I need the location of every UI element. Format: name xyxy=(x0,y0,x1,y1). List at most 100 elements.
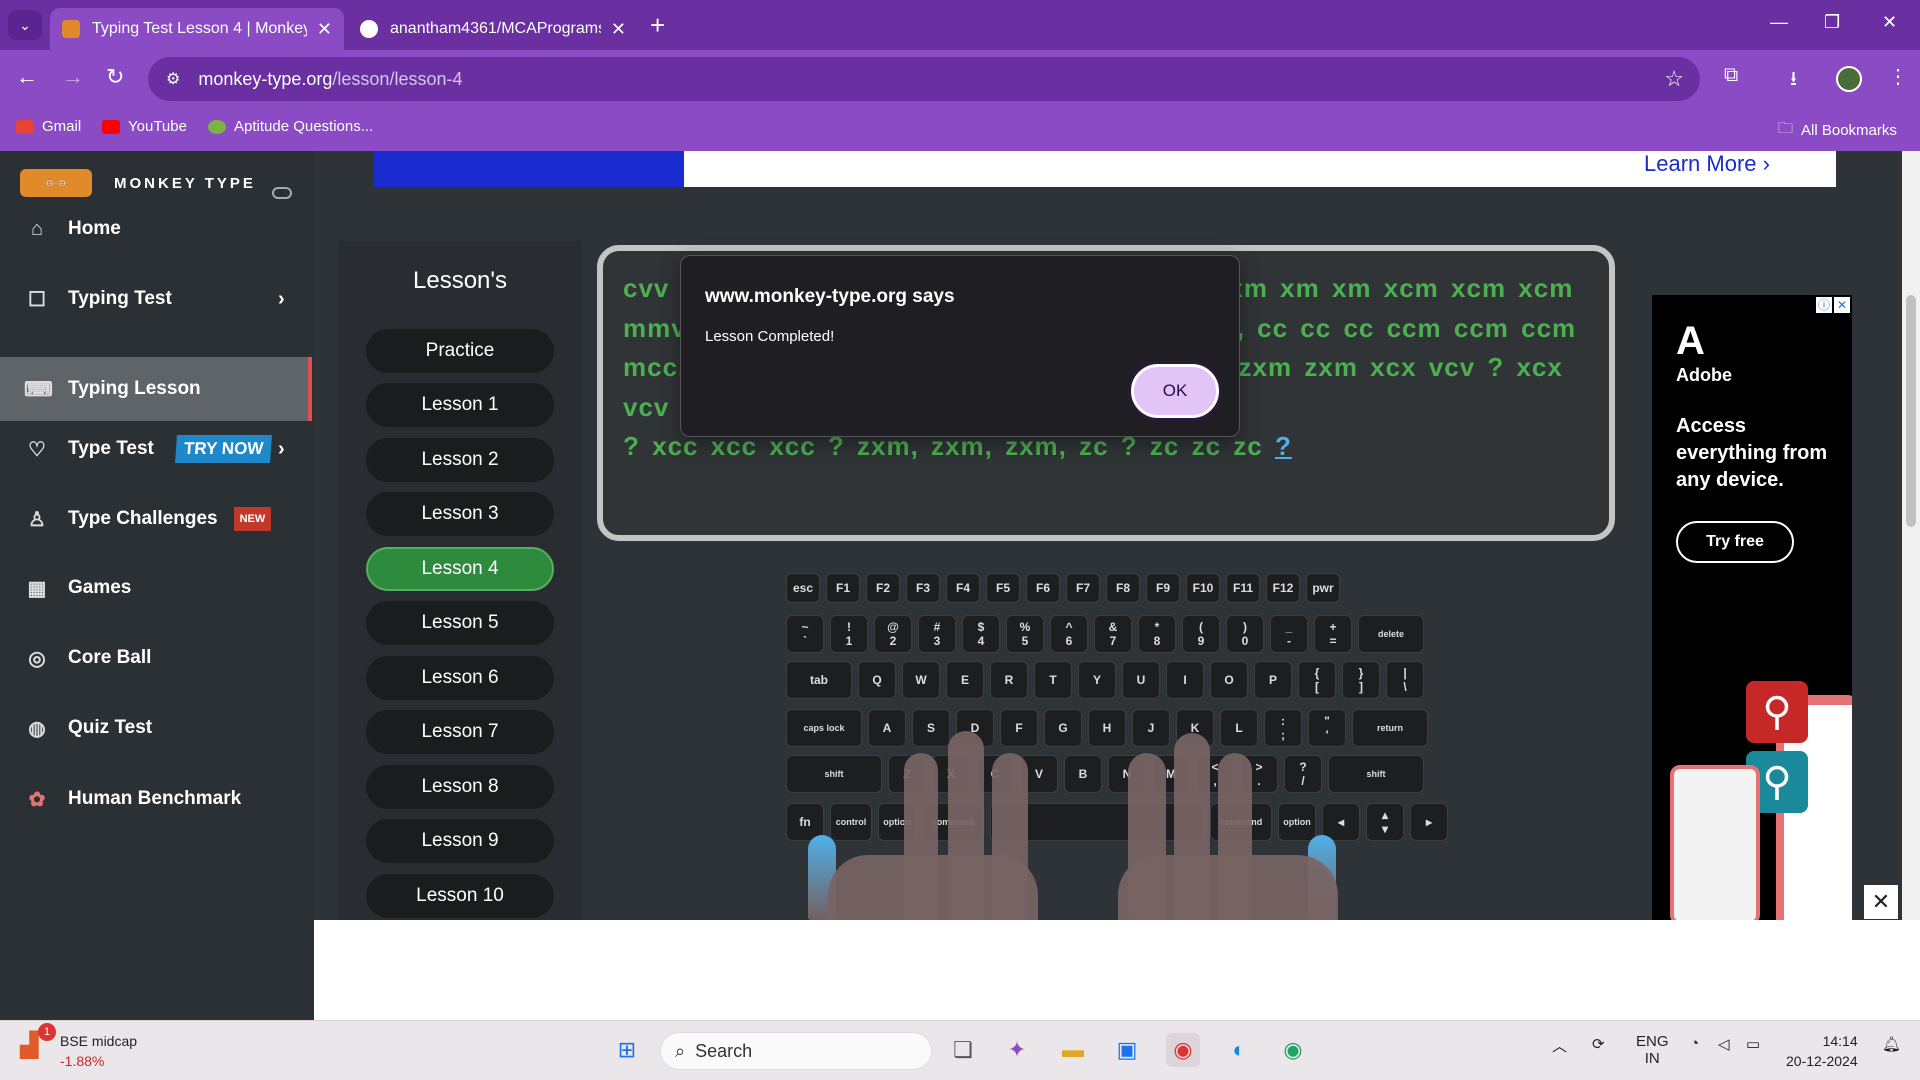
keyboard-key: Z xyxy=(888,755,926,793)
keyboard-key: { [ xyxy=(1298,661,1336,699)
reload-icon[interactable]: ↻ xyxy=(106,64,124,90)
lesson-3-button[interactable]: Lesson 3 xyxy=(366,492,554,536)
keyboard-key: G xyxy=(1044,709,1082,747)
sidebar-item-human-benchmark[interactable]: ✿ Human Benchmark xyxy=(0,768,314,830)
tab-search-button[interactable]: ⌄ xyxy=(8,10,42,40)
volume-icon[interactable]: ◁ xyxy=(1718,1035,1730,1053)
lesson-5-button[interactable]: Lesson 5 xyxy=(366,601,554,645)
lesson-practice-button[interactable]: Practice xyxy=(366,329,554,373)
sidebar-item-quiz-test[interactable]: ◍ Quiz Test xyxy=(0,697,314,759)
dialog-ok-button[interactable]: OK xyxy=(1131,364,1219,418)
sidebar-item-type-test[interactable]: ♡ Type Test TRY NOW › xyxy=(0,418,314,480)
sidebar-item-label: Typing Test xyxy=(68,288,172,309)
extensions-icon[interactable]: ⧉ xyxy=(1724,64,1738,87)
side-ad[interactable]: ⓘ ✕ A Adobe Access everything from any d… xyxy=(1652,295,1852,920)
top-banner-ad[interactable]: Learn More › xyxy=(374,151,1836,187)
keyboard-key: @ 2 xyxy=(874,615,912,653)
bookmark-label: All Bookmarks xyxy=(1801,122,1897,139)
menu-icon[interactable]: ⋮ xyxy=(1888,64,1908,89)
scrollbar-thumb[interactable] xyxy=(1906,295,1916,527)
tab-close-icon[interactable]: ✕ xyxy=(611,19,626,40)
brand-name: MONKEY TYPE xyxy=(114,174,256,192)
page-scrollbar[interactable] xyxy=(1902,151,1920,920)
taskbar-search[interactable]: ⌕ Search xyxy=(660,1032,932,1070)
sidebar-item-home[interactable]: ⌂ Home xyxy=(0,198,314,260)
keyboard-key: F8 xyxy=(1106,573,1140,603)
tab-close-icon[interactable]: ✕ xyxy=(317,19,332,40)
windows-start-icon[interactable]: ⊞ xyxy=(610,1033,644,1067)
chrome-icon[interactable]: ◉ xyxy=(1276,1033,1310,1067)
keyboard-key: F2 xyxy=(866,573,900,603)
notification-bell-icon[interactable]: 🔔︎ xyxy=(1882,1035,1901,1053)
tab-github[interactable]: anantham4361/MCAPrograms ✕ xyxy=(348,8,638,50)
restore-icon[interactable]: ❐ xyxy=(1824,12,1840,33)
all-bookmarks[interactable]: 🗀 All Bookmarks xyxy=(1778,118,1897,143)
search-icon: ⌕ xyxy=(675,1040,686,1061)
bookmark-gmail[interactable]: Gmail xyxy=(16,118,81,135)
keyboard-key: C xyxy=(976,755,1014,793)
lesson-9-button[interactable]: Lesson 9 xyxy=(366,819,554,863)
download-icon[interactable]: ⭳ xyxy=(1790,64,1797,98)
new-tab-button[interactable]: + xyxy=(650,10,665,41)
keyboard-key: shift xyxy=(1328,755,1424,793)
lesson-4-button[interactable]: Lesson 4 xyxy=(366,547,554,591)
wifi-icon[interactable]: ◔ xyxy=(1690,1035,1699,1052)
keyboard-key: ) 0 xyxy=(1226,615,1264,653)
copilot-icon[interactable]: ✦ xyxy=(1000,1033,1034,1067)
adobe-logo-icon: A xyxy=(1676,319,1705,363)
chevron-right-icon: › xyxy=(278,437,285,460)
keyboard-key: N xyxy=(1108,755,1146,793)
stock-widget[interactable]: ▟ 1 BSE midcap -1.88% xyxy=(20,1023,138,1071)
lesson-8-button[interactable]: Lesson 8 xyxy=(366,765,554,809)
sidebar-item-label: Home xyxy=(68,218,121,239)
ad-learn-more-link[interactable]: Learn More › xyxy=(1644,151,1770,177)
stock-name: BSE midcap xyxy=(60,1033,138,1049)
sidebar-item-games[interactable]: ▦ Games xyxy=(0,557,314,619)
minimize-icon[interactable]: — xyxy=(1770,12,1788,33)
ad-info-icon[interactable]: ⓘ xyxy=(1816,297,1832,313)
keyboard-key: F5 xyxy=(986,573,1020,603)
lesson-7-button[interactable]: Lesson 7 xyxy=(366,710,554,754)
clock[interactable]: 14:14 20-12-2024 xyxy=(1786,1031,1858,1071)
ad-dismiss-button[interactable]: ✕ xyxy=(1864,885,1898,919)
file-explorer-icon[interactable]: ▬ xyxy=(1056,1033,1090,1067)
brand[interactable]: 🐵🐵 MONKEY TYPE xyxy=(20,169,256,197)
type-test-icon: ♡ xyxy=(28,438,46,461)
keyboard-key: R xyxy=(990,661,1028,699)
show-hidden-icons[interactable]: ︿ xyxy=(1552,1035,1567,1056)
chrome-active-icon[interactable]: ◉ xyxy=(1166,1033,1200,1067)
close-window-icon[interactable]: ✕ xyxy=(1882,12,1897,33)
profile-avatar[interactable] xyxy=(1836,66,1862,92)
edge-icon[interactable]: ◐ xyxy=(1222,1033,1256,1067)
sidebar-item-core-ball[interactable]: ◎ Core Ball xyxy=(0,627,314,689)
sidebar-item-typing-test[interactable]: ☐ Typing Test › xyxy=(0,268,314,330)
back-icon[interactable]: ← xyxy=(16,64,38,90)
tab-strip: ⌄ Typing Test Lesson 4 | Monkey- ✕ anant… xyxy=(0,0,1920,50)
address-bar[interactable]: ⚙ monkey-type.org/lesson/lesson-4 ☆ xyxy=(148,57,1700,101)
keyboard-key xyxy=(990,803,1204,841)
lesson-10-button[interactable]: Lesson 10 xyxy=(366,874,554,918)
lesson-6-button[interactable]: Lesson 6 xyxy=(366,656,554,700)
keyboard-key: L xyxy=(1220,709,1258,747)
ad-close-icon[interactable]: ✕ xyxy=(1834,297,1850,313)
bookmark-youtube[interactable]: YouTube xyxy=(102,118,187,135)
bookmark-aptitude[interactable]: Aptitude Questions... xyxy=(208,118,373,135)
site-info-icon[interactable]: ⚙ xyxy=(166,69,180,89)
lesson-2-button[interactable]: Lesson 2 xyxy=(366,438,554,482)
language-indicator[interactable]: ENG IN xyxy=(1636,1033,1669,1067)
bookmark-star-icon[interactable]: ☆ xyxy=(1664,66,1684,92)
ad-try-free-button[interactable]: Try free xyxy=(1676,521,1794,563)
sidebar-item-typing-lesson[interactable]: ⌨ Typing Lesson xyxy=(0,357,312,421)
forward-icon[interactable]: → xyxy=(62,64,84,90)
battery-icon[interactable]: ▭ xyxy=(1746,1035,1760,1053)
medal-icon: ♙ xyxy=(28,508,46,531)
alert-dialog: www.monkey-type.org says Lesson Complete… xyxy=(680,255,1240,437)
sync-icon[interactable]: ⟳ xyxy=(1592,1035,1605,1053)
keyboard-key: fn xyxy=(786,803,824,841)
tab-typing-test[interactable]: Typing Test Lesson 4 | Monkey- ✕ xyxy=(50,8,344,50)
store-icon[interactable]: ▣ xyxy=(1110,1033,1144,1067)
sidebar-item-type-challenges[interactable]: ♙ Type Challenges NEW xyxy=(0,488,314,550)
lesson-1-button[interactable]: Lesson 1 xyxy=(366,383,554,427)
task-view-icon[interactable]: ❏ xyxy=(946,1033,980,1067)
keyboard-key: I xyxy=(1166,661,1204,699)
